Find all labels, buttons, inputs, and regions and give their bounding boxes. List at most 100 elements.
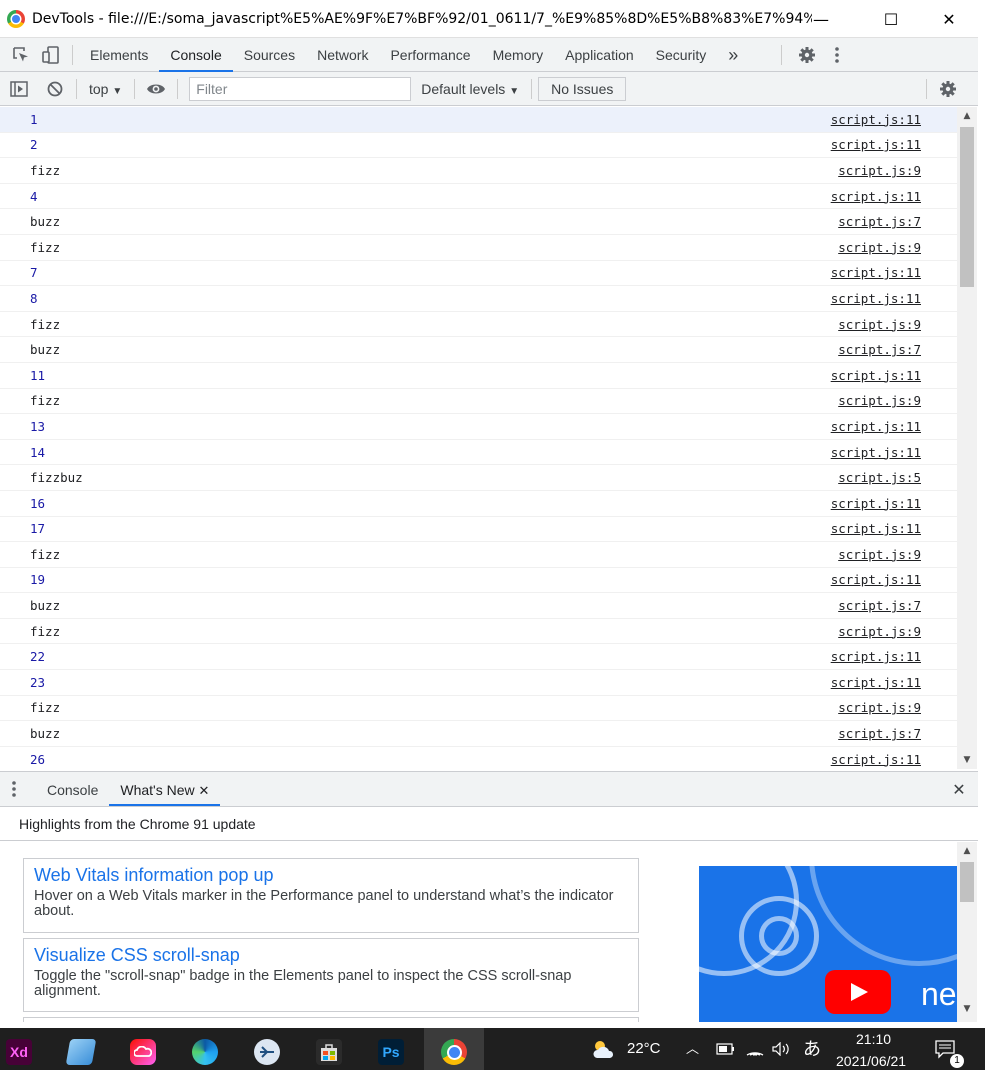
console-message-row: fizz script.js:9 — [0, 542, 957, 568]
minimize-button[interactable]: — — [798, 0, 844, 38]
drawer-tabbar: Console What's New ✕ ✕ — [0, 771, 978, 807]
scroll-down-arrow-icon[interactable]: ▼ — [957, 755, 977, 765]
console-message-text: 11 — [30, 367, 46, 383]
source-link[interactable]: script.js:11 — [831, 572, 957, 587]
source-link[interactable]: script.js:9 — [838, 317, 957, 332]
source-link[interactable]: script.js:11 — [831, 445, 957, 460]
feature-card[interactable]: Visualize CSS scroll-snap Toggle the "sc… — [23, 938, 639, 1012]
clock-date[interactable]: 2021/06/21 — [836, 1052, 906, 1070]
temperature[interactable]: 22°C — [627, 1028, 661, 1070]
drawer-scrollbar[interactable]: ▲ ▼ — [957, 842, 977, 1022]
tab-performance[interactable]: Performance — [379, 38, 481, 72]
whats-new-heading: Highlights from the Chrome 91 update — [0, 807, 978, 841]
source-link[interactable]: script.js:9 — [838, 700, 957, 715]
wifi-icon[interactable] — [746, 1028, 764, 1070]
drawer-tab-whats-new[interactable]: What's New ✕ — [109, 772, 221, 806]
feature-card[interactable]: Web Vitals information pop up Hover on a… — [23, 858, 639, 933]
show-sidebar-icon[interactable] — [4, 74, 34, 104]
chrome-icon[interactable] — [441, 1039, 467, 1065]
close-window-button[interactable]: ✕ — [926, 0, 972, 38]
tab-application[interactable]: Application — [554, 38, 645, 72]
drawer-tab-console[interactable]: Console — [36, 772, 109, 806]
feature-card[interactable] — [23, 1017, 639, 1022]
scroll-up-arrow-icon[interactable]: ▲ — [957, 846, 977, 856]
creative-cloud-icon[interactable] — [130, 1039, 156, 1065]
video-thumbnail[interactable]: ne — [699, 866, 957, 1022]
source-link[interactable]: script.js:7 — [838, 342, 957, 357]
console-message-row: fizzbuz script.js:5 — [0, 465, 957, 491]
source-link[interactable]: script.js:11 — [831, 521, 957, 536]
tab-security[interactable]: Security — [645, 38, 718, 72]
sourcetree-icon[interactable] — [254, 1039, 280, 1065]
source-link[interactable]: script.js:11 — [831, 496, 957, 511]
source-link[interactable]: script.js:11 — [831, 137, 957, 152]
source-link[interactable]: script.js:9 — [838, 624, 957, 639]
log-levels-dropdown[interactable]: Default levels ▼ — [415, 81, 525, 97]
issues-button[interactable]: No Issues — [538, 76, 627, 101]
source-link[interactable]: script.js:7 — [838, 726, 957, 741]
inspect-element-icon[interactable] — [6, 40, 36, 70]
console-settings-gear-icon[interactable] — [933, 74, 963, 104]
photoshop-icon[interactable]: Ps — [378, 1039, 404, 1065]
console-message-text: buzz — [30, 342, 61, 358]
source-link[interactable]: script.js:11 — [831, 112, 957, 127]
source-link[interactable]: script.js:9 — [838, 547, 957, 562]
source-link[interactable]: script.js:11 — [831, 419, 957, 434]
notepad-icon[interactable] — [65, 1039, 97, 1065]
chrome-center-icon — [448, 1046, 460, 1058]
source-link[interactable]: script.js:11 — [831, 649, 957, 664]
filter-input[interactable] — [189, 76, 412, 101]
scrollbar-thumb[interactable] — [960, 862, 974, 902]
source-link[interactable]: script.js:9 — [838, 163, 957, 178]
maximize-button[interactable]: ☐ — [868, 0, 914, 38]
device-toolbar-icon[interactable] — [36, 40, 66, 70]
store-icon[interactable] — [316, 1039, 342, 1065]
console-message-text: 8 — [30, 290, 38, 306]
tab-network[interactable]: Network — [306, 38, 379, 72]
battery-icon[interactable] — [716, 1028, 736, 1070]
scroll-up-arrow-icon[interactable]: ▲ — [957, 111, 977, 121]
source-link[interactable]: script.js:11 — [831, 368, 957, 383]
source-link[interactable]: script.js:7 — [838, 214, 957, 229]
ime-indicator[interactable]: あ — [803, 1028, 821, 1070]
eye-icon[interactable] — [141, 74, 171, 104]
more-options-icon[interactable] — [822, 40, 852, 70]
weather-icon[interactable] — [590, 1028, 616, 1070]
console-message-row: fizz script.js:9 — [0, 696, 957, 722]
scrollbar-thumb[interactable] — [960, 127, 974, 287]
source-link[interactable]: script.js:9 — [838, 240, 957, 255]
more-tabs-button[interactable]: » — [717, 38, 749, 72]
volume-icon[interactable] — [772, 1028, 792, 1070]
clear-console-icon[interactable] — [40, 74, 70, 104]
scroll-down-arrow-icon[interactable]: ▼ — [957, 1004, 977, 1014]
close-drawer-icon[interactable]: ✕ — [944, 774, 974, 804]
context-label: top — [89, 80, 109, 97]
edge-icon[interactable] — [192, 1039, 218, 1065]
settings-gear-icon[interactable] — [792, 40, 822, 70]
youtube-play-icon[interactable] — [825, 970, 891, 1014]
tab-sources[interactable]: Sources — [233, 38, 306, 72]
feature-card-title[interactable]: Web Vitals information pop up — [34, 865, 628, 886]
source-link[interactable]: script.js:11 — [831, 675, 957, 690]
tab-elements[interactable]: Elements — [79, 38, 159, 72]
source-link[interactable]: script.js:11 — [831, 752, 957, 767]
source-link[interactable]: script.js:11 — [831, 189, 957, 204]
console-scrollbar[interactable]: ▲ ▼ — [957, 107, 977, 769]
source-link[interactable]: script.js:7 — [838, 598, 957, 613]
source-link[interactable]: script.js:11 — [831, 291, 957, 306]
console-message-row: fizz script.js:9 — [0, 619, 957, 645]
source-link[interactable]: script.js:5 — [838, 470, 957, 485]
show-hidden-icons-chevron-icon[interactable]: ︿ — [686, 1028, 699, 1070]
tab-console[interactable]: Console — [159, 38, 233, 72]
source-link[interactable]: script.js:9 — [838, 393, 957, 408]
source-link[interactable]: script.js:11 — [831, 265, 957, 280]
whats-new-content: Web Vitals information pop up Hover on a… — [0, 842, 957, 1022]
drawer-menu-icon[interactable] — [6, 774, 22, 804]
adobe-xd-icon[interactable]: Xd — [6, 1039, 32, 1065]
close-tab-icon[interactable]: ✕ — [199, 783, 210, 798]
tab-memory[interactable]: Memory — [482, 38, 555, 72]
feature-card-title[interactable]: Visualize CSS scroll-snap — [34, 945, 628, 966]
context-selector[interactable]: top ▼ — [83, 81, 128, 97]
console-message-row: buzz script.js:7 — [0, 337, 957, 363]
console-message-text: fizz — [30, 162, 61, 178]
